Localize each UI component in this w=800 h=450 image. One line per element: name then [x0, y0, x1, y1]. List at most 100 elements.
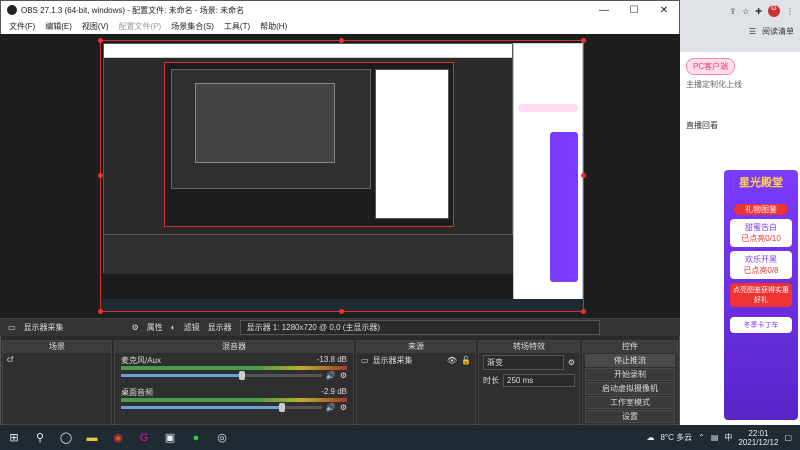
- resize-handle-tr[interactable]: [581, 38, 586, 43]
- nested-browser: [513, 43, 583, 303]
- menu-file[interactable]: 文件(F): [9, 21, 35, 32]
- menu-bar: 文件(F) 编辑(E) 视图(V) 配置文件(P) 场景集合(S) 工具(T) …: [1, 19, 679, 35]
- resize-handle-bl[interactable]: [98, 309, 103, 314]
- display-label: 显示器: [207, 323, 232, 332]
- app-g-icon[interactable]: G: [136, 430, 152, 446]
- chrome-icon[interactable]: ◉: [110, 430, 126, 446]
- wechat-icon[interactable]: ●: [188, 430, 204, 446]
- stop-streaming-button[interactable]: 停止推流: [585, 354, 675, 367]
- browser-toolbar: ⇪ ☆ ✚ G ⋮ ☰ 阅读清单: [680, 0, 800, 52]
- banner-title: 星光殿堂: [739, 177, 783, 189]
- network-icon[interactable]: ▤: [711, 433, 719, 442]
- share-icon[interactable]: ⇪: [729, 7, 736, 16]
- app-window-icon[interactable]: ▣: [162, 430, 178, 446]
- file-explorer-icon[interactable]: ▬: [84, 430, 100, 446]
- tray-icons[interactable]: ⌃: [698, 433, 705, 442]
- resize-handle-tl[interactable]: [98, 38, 103, 43]
- close-button[interactable]: ✕: [649, 5, 679, 16]
- menu-help[interactable]: 帮助(H): [260, 21, 287, 32]
- desktop-volume-slider[interactable]: [121, 403, 322, 412]
- speaker-icon[interactable]: 🔊: [326, 403, 336, 412]
- scenes-dock: 场景 cf: [2, 340, 112, 425]
- virtual-camera-button[interactable]: 启动虚拟摄像机: [585, 382, 675, 395]
- filter-icon: ◐: [170, 323, 176, 332]
- settings-button[interactable]: 设置: [585, 410, 675, 423]
- gear-icon[interactable]: ⚙: [340, 403, 347, 412]
- obs-icon[interactable]: ◎: [214, 430, 230, 446]
- pc-client-sub: 主播定制化上线: [686, 80, 742, 89]
- starlight-banner[interactable]: 星光殿堂 礼物图鉴 甜蜜告白 已点亮0/10 欢乐开黑 已点亮0/8 点亮图鉴获…: [724, 170, 798, 420]
- menu-icon[interactable]: ⋮: [786, 7, 794, 16]
- menu-view[interactable]: 视图(V): [82, 21, 109, 32]
- reading-list-label[interactable]: 阅读清单: [762, 26, 794, 37]
- source-item[interactable]: 显示器采集: [373, 355, 413, 366]
- menu-edit[interactable]: 编辑(E): [45, 21, 72, 32]
- sources-dock: 来源 ▭ 显示器采集 👁 🔓: [356, 340, 476, 425]
- gift-link[interactable]: 点亮图鉴获得实惠好礼: [730, 283, 792, 307]
- gift2-count: 已点亮0/8: [743, 266, 779, 275]
- mic-volume-slider[interactable]: [121, 371, 322, 380]
- lang-indicator[interactable]: 中: [724, 432, 732, 443]
- window-title: OBS 27.1.3 (64-bit, windows) - 配置文件: 未命名…: [21, 5, 245, 15]
- search-icon[interactable]: ⚲: [32, 430, 48, 446]
- taskbar: ⊞ ⚲ ◯ ▬ ◉ G ▣ ● ◎ ☁ 8°C 多云 ⌃ ▤ 中 22:01 2…: [0, 425, 800, 450]
- display-capture-preview[interactable]: [100, 40, 584, 312]
- gift1-name: 甜蜜告白: [745, 223, 777, 232]
- extensions-icon[interactable]: ✚: [755, 7, 762, 16]
- mic-meter: [121, 366, 347, 370]
- transitions-dock: 转场特效 渐变 ⚙ 时长 250 ms: [478, 340, 580, 425]
- speaker-icon[interactable]: 🔊: [326, 371, 336, 380]
- mixer-dock: 混音器 麦克风/Aux -13.8 dB 🔊 ⚙ 桌面音频 -2.9 dB 🔊 …: [114, 340, 354, 425]
- title-bar: OBS 27.1.3 (64-bit, windows) - 配置文件: 未命名…: [1, 1, 679, 19]
- mixer-title: 混音器: [115, 341, 353, 353]
- eye-icon[interactable]: 👁: [447, 356, 457, 365]
- gear-icon[interactable]: ⚙: [568, 358, 575, 367]
- gift2-name: 欢乐开黑: [745, 255, 777, 264]
- menu-scene-collection[interactable]: 场景集合(S): [171, 21, 214, 32]
- studio-mode-button[interactable]: 工作室模式: [585, 396, 675, 409]
- monitor-icon: ▭: [361, 356, 369, 365]
- lock-icon[interactable]: 🔓: [461, 356, 471, 365]
- sources-title: 来源: [357, 341, 475, 353]
- desktop-channel-db: -2.9 dB: [321, 387, 347, 396]
- transition-select[interactable]: 渐变: [483, 355, 564, 370]
- controls-title: 控件: [583, 341, 677, 353]
- gear-icon[interactable]: ⚙: [340, 371, 347, 380]
- pc-client-badge[interactable]: PC客户端: [686, 58, 736, 75]
- desktop-channel-name: 桌面音频: [121, 388, 153, 397]
- desktop-meter: [121, 398, 347, 402]
- maximize-button[interactable]: ☐: [619, 5, 649, 16]
- gift-card-1[interactable]: 甜蜜告白 已点亮0/10: [730, 219, 792, 247]
- gear-icon: ⚙: [131, 323, 139, 332]
- star-icon[interactable]: ☆: [742, 7, 749, 16]
- resize-handle-tm[interactable]: [339, 38, 344, 43]
- resize-handle-mr[interactable]: [581, 173, 586, 178]
- gift1-count: 已点亮0/10: [741, 234, 781, 243]
- resize-handle-ml[interactable]: [98, 173, 103, 178]
- filters-button[interactable]: 滤镜: [184, 322, 200, 333]
- scenes-title: 场景: [3, 341, 111, 353]
- clock-time[interactable]: 22:01: [748, 429, 768, 438]
- resize-handle-bm[interactable]: [339, 309, 344, 314]
- menu-profile[interactable]: 配置文件(P): [119, 21, 162, 32]
- card-name[interactable]: 冬季卡丁车: [730, 317, 792, 333]
- display-select[interactable]: 显示器 1: 1280x720 @ 0,0 (主显示器): [239, 320, 600, 335]
- monitor-icon: ▭: [8, 323, 16, 332]
- duration-field[interactable]: 250 ms: [503, 374, 575, 387]
- menu-tools[interactable]: 工具(T): [224, 21, 250, 32]
- windows-start-icon[interactable]: ⊞: [6, 430, 22, 446]
- resize-handle-br[interactable]: [581, 309, 586, 314]
- gift-card-2[interactable]: 欢乐开黑 已点亮0/8: [730, 251, 792, 279]
- browser-window: ⇪ ☆ ✚ G ⋮ ☰ 阅读清单 PC客户端 主播定制化上线 直播回看 星光殿堂…: [680, 0, 800, 425]
- replay-label[interactable]: 直播回看: [686, 120, 794, 131]
- properties-button[interactable]: 属性: [147, 322, 163, 333]
- avatar[interactable]: G: [768, 5, 780, 17]
- clock-date[interactable]: 2021/12/12: [738, 438, 778, 447]
- start-recording-button[interactable]: 开始录制: [585, 368, 675, 381]
- notification-icon[interactable]: ▢: [784, 433, 792, 442]
- mic-channel-name: 麦克风/Aux: [121, 356, 162, 365]
- minimize-button[interactable]: —: [589, 5, 619, 16]
- task-view-icon[interactable]: ◯: [58, 430, 74, 446]
- weather-text[interactable]: 8°C 多云: [660, 432, 692, 443]
- scene-item[interactable]: cf: [3, 353, 111, 366]
